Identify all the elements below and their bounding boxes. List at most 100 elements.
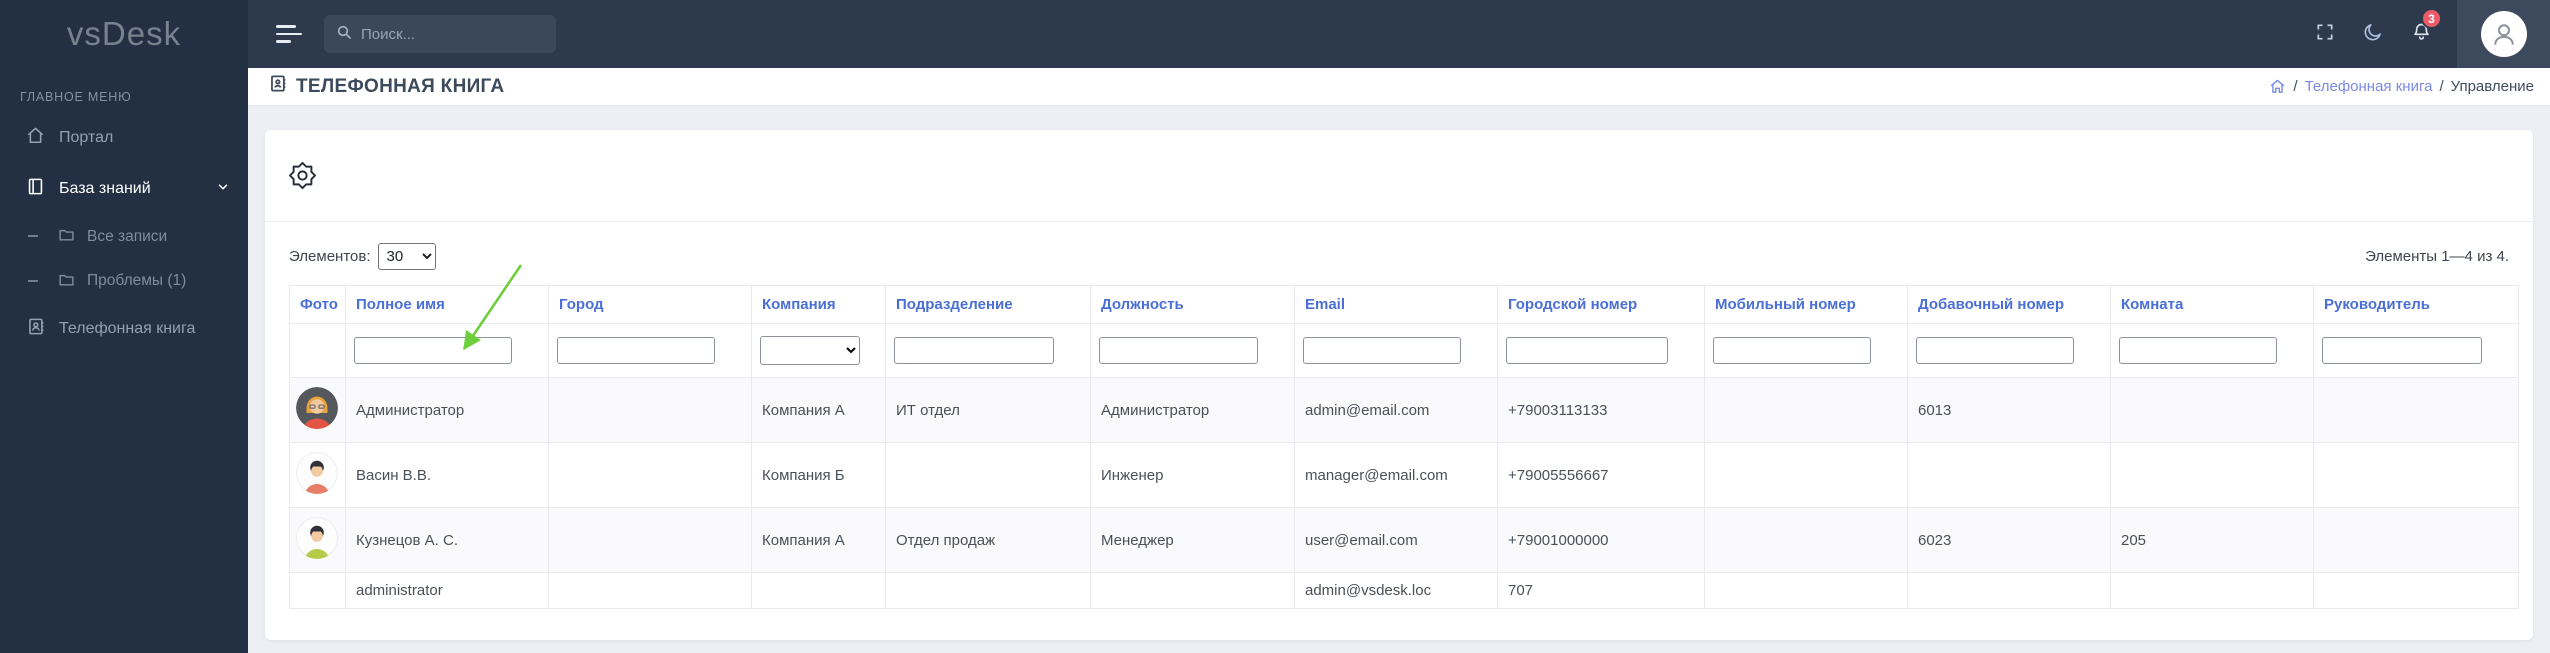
table-cell — [1704, 507, 1908, 573]
filter-cell — [1497, 323, 1705, 378]
phonebook-card: Элементов: 30 Элементы 1—4 из 4. Фото Пол… — [265, 130, 2533, 640]
filter-cell — [1090, 323, 1295, 378]
items-range-text: Элементы 1—4 из 4. — [2365, 248, 2509, 265]
fullscreen-button[interactable] — [2301, 0, 2349, 68]
table-cell — [1704, 572, 1908, 609]
filter-input-8[interactable] — [1506, 337, 1668, 364]
table-cell: Инженер — [1090, 442, 1295, 508]
filter-input-11[interactable] — [2119, 337, 2277, 364]
column-header-9[interactable]: Мобильный номер — [1704, 285, 1908, 324]
breadcrumb-home-icon[interactable] — [2269, 78, 2286, 95]
column-header-4[interactable]: Компания — [751, 285, 886, 324]
table-row[interactable]: administrator admin@vsdesk.loc 707 — [289, 572, 2519, 609]
column-header-2[interactable]: Полное имя — [345, 285, 549, 324]
sidebar-item-label: Телефонная книга — [59, 319, 196, 337]
sidebar-item-all-records[interactable]: Все записи — [0, 214, 248, 259]
notifications-button[interactable]: 3 — [2397, 0, 2445, 68]
avatar — [2480, 11, 2527, 57]
table-cell — [1704, 377, 1908, 443]
settings-gear-button[interactable] — [289, 162, 316, 189]
sidebar: vsDesk ГЛАВНОЕ МЕНЮ Портал База знаний В… — [0, 0, 248, 653]
filter-input-5[interactable] — [894, 337, 1054, 364]
sidebar-item-knowledge-base[interactable]: База знаний — [0, 163, 248, 214]
table-cell — [1907, 442, 2111, 508]
table-cell — [2313, 442, 2519, 508]
table-cell: Отдел продаж — [885, 507, 1091, 573]
table-row[interactable]: Кузнецов А. С. Компания А Отдел продаж Мене… — [289, 507, 2519, 573]
table-cell — [548, 572, 752, 609]
column-header-7[interactable]: Email — [1294, 285, 1498, 324]
column-header-1[interactable]: Фото — [289, 285, 346, 324]
table-cell — [885, 442, 1091, 508]
column-header-10[interactable]: Добавочный номер — [1907, 285, 2111, 324]
table-cell — [885, 572, 1091, 609]
table-cell — [2110, 572, 2314, 609]
table-cell — [548, 507, 752, 573]
filter-cell — [2313, 323, 2519, 378]
filter-cell — [548, 323, 752, 378]
filter-cell — [1907, 323, 2111, 378]
filter-input-7[interactable] — [1303, 337, 1461, 364]
dark-mode-button[interactable] — [2349, 0, 2397, 68]
column-header-8[interactable]: Городской номер — [1497, 285, 1705, 324]
per-page-select[interactable]: 30 — [377, 243, 436, 270]
table-cell — [751, 572, 886, 609]
filter-company-select[interactable] — [760, 336, 860, 365]
breadcrumb-link-phonebook[interactable]: Телефонная книга — [2305, 78, 2433, 95]
column-header-6[interactable]: Должность — [1090, 285, 1295, 324]
table-cell: admin@vsdesk.loc — [1294, 572, 1498, 609]
chevron-down-icon — [216, 180, 230, 198]
table-cell — [2313, 572, 2519, 609]
column-header-12[interactable]: Руководитель — [2313, 285, 2519, 324]
filter-input-10[interactable] — [1916, 337, 2074, 364]
sidebar-item-label: Проблемы (1) — [87, 272, 187, 289]
filter-input-2[interactable] — [354, 337, 512, 364]
sidebar-toggle-button[interactable] — [276, 20, 302, 48]
table-row[interactable]: Администратор Компания А ИТ отдел Администр… — [289, 377, 2519, 443]
notification-badge: 3 — [2421, 8, 2442, 29]
filter-cell — [885, 323, 1091, 378]
table-cell: Компания А — [751, 377, 886, 443]
table-cell: user@email.com — [1294, 507, 1498, 573]
table-cell: 6013 — [1907, 377, 2111, 443]
per-page-label: Элементов: — [289, 248, 371, 265]
column-header-3[interactable]: Город — [548, 285, 752, 324]
folder-icon — [58, 226, 75, 247]
sidebar-item-label: Портал — [59, 128, 114, 146]
sidebar-item-problems[interactable]: Проблемы (1) — [0, 259, 248, 304]
table-toolbar: Элементов: 30 Элементы 1—4 из 4. — [265, 222, 2533, 285]
user-menu[interactable] — [2457, 0, 2550, 68]
column-header-11[interactable]: Комната — [2110, 285, 2314, 324]
table-row[interactable]: Васин В.В. Компания Б Инженер manager@email… — [289, 442, 2519, 508]
filter-cell — [751, 323, 886, 378]
topbar-actions: 3 — [2301, 0, 2550, 68]
book-icon — [26, 177, 45, 200]
sidebar-item-label: База знаний — [59, 179, 151, 197]
filter-input-6[interactable] — [1099, 337, 1258, 364]
app-logo: vsDesk — [66, 15, 182, 52]
table-cell: admin@email.com — [1294, 377, 1498, 443]
table-cell: +79005556667 — [1497, 442, 1705, 508]
search-icon — [336, 24, 352, 45]
search-input[interactable] — [361, 25, 544, 43]
filter-input-9[interactable] — [1713, 337, 1871, 364]
table-cell — [1090, 572, 1295, 609]
folder-icon — [58, 271, 75, 292]
breadcrumb-current: Управление — [2450, 78, 2534, 95]
table-cell: Администратор — [1090, 377, 1295, 443]
filter-input-3[interactable] — [557, 337, 715, 364]
table-cell: Компания Б — [751, 442, 886, 508]
filter-cell — [345, 323, 549, 378]
sidebar-item-label: Все записи — [87, 227, 168, 245]
titlebar: ТЕЛЕФОННАЯ КНИГА / Телефонная книга / Уп… — [248, 68, 2550, 106]
filter-input-12[interactable] — [2322, 337, 2482, 364]
sidebar-item-phonebook[interactable]: Телефонная книга — [0, 303, 248, 354]
column-header-5[interactable]: Подразделение — [885, 285, 1091, 324]
table-cell: administrator — [345, 572, 549, 609]
phonebook-table: Фото Полное имя Город Компания Подразделение… — [289, 285, 2519, 609]
content-area: Элементов: 30 Элементы 1—4 из 4. Фото Пол… — [248, 106, 2550, 653]
table-header-row: Фото Полное имя Город Компания Подразделение… — [289, 285, 2519, 324]
sidebar-item-portal[interactable]: Портал — [0, 112, 248, 163]
home-icon — [26, 126, 45, 149]
card-header — [265, 130, 2533, 222]
